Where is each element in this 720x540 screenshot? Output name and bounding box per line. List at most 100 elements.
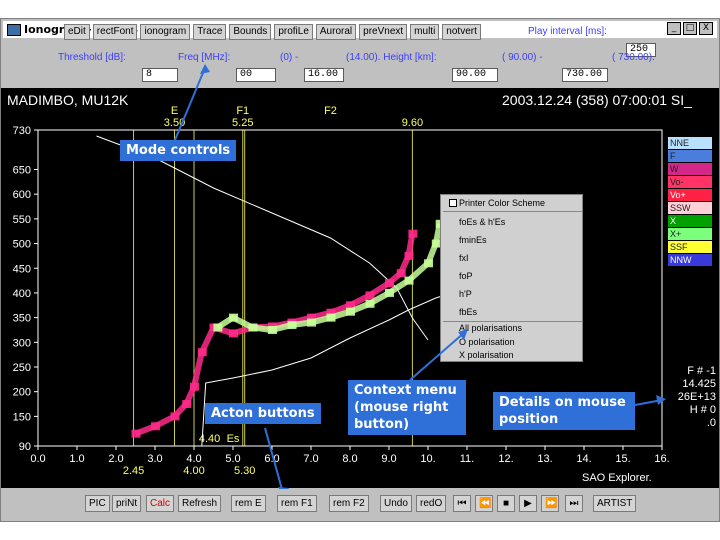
undo-button[interactable]: Undo bbox=[380, 495, 412, 512]
y-tick-label: 450 bbox=[13, 263, 31, 275]
notvert-button[interactable]: notvert bbox=[442, 24, 481, 40]
legend-item: Vo- bbox=[668, 176, 712, 188]
x-tick-label: 15. bbox=[615, 453, 630, 465]
multi-button[interactable]: multi bbox=[410, 24, 440, 40]
refresh-button[interactable]: Refresh bbox=[178, 495, 222, 512]
edit-button[interactable]: eDit bbox=[64, 24, 90, 40]
freq-from-input[interactable]: 00 bbox=[236, 68, 276, 82]
lower-marker-label: Es bbox=[227, 433, 240, 445]
trace-button[interactable]: Trace bbox=[193, 24, 227, 40]
mode-toolbar: eDit rectFont ionogram Trace Bounds prof… bbox=[64, 24, 481, 40]
threshold-label: Threshold [dB]: bbox=[58, 52, 126, 63]
x-tick-label: 10. bbox=[420, 453, 435, 465]
y-tick-label: 250 bbox=[13, 362, 31, 374]
x-tick-label: 13. bbox=[537, 453, 552, 465]
layer-marker-name: F1 bbox=[236, 105, 249, 117]
layer-marker-value: 9.60 bbox=[402, 117, 423, 129]
menu-item-foes[interactable]: foEs & h'Es bbox=[459, 217, 505, 227]
legend-item: Vo+ bbox=[668, 189, 712, 201]
y-tick-label: 550 bbox=[13, 214, 31, 226]
layer-marker-value: 3.50 bbox=[164, 117, 185, 129]
pic-button[interactable]: PIC bbox=[85, 495, 110, 512]
minimize-button[interactable]: _ bbox=[667, 22, 681, 35]
fast-forward-icon[interactable]: ⏩ bbox=[541, 495, 559, 512]
y-tick-label: 650 bbox=[13, 165, 31, 177]
ionogram-button[interactable]: ionogram bbox=[140, 24, 191, 40]
height-from-hint: ( 90.00) - bbox=[502, 52, 543, 63]
y-tick-label: 500 bbox=[13, 239, 31, 251]
rem-f1-button[interactable]: rem F1 bbox=[277, 495, 317, 512]
y-tick-label: 90 bbox=[19, 441, 31, 453]
menu-item-fop[interactable]: foP bbox=[459, 271, 473, 281]
readout-line: F # -1 bbox=[687, 365, 716, 377]
lower-marker-label: 4.00 bbox=[183, 465, 204, 477]
bounds-button[interactable]: Bounds bbox=[229, 24, 272, 40]
readout-line: H # 0 bbox=[689, 404, 716, 416]
legend-item: SSW bbox=[668, 202, 712, 214]
height-to-input[interactable]: 730.00 bbox=[562, 68, 608, 82]
electron-density-curve bbox=[96, 135, 429, 341]
play-icon[interactable]: ▶ bbox=[519, 495, 537, 512]
x-tick-label: 1.0 bbox=[69, 453, 84, 465]
rem-e-button[interactable]: rem E bbox=[231, 495, 266, 512]
print-button[interactable]: priNt bbox=[112, 495, 142, 512]
y-tick-label: 300 bbox=[13, 337, 31, 349]
x-tick-label: 4.0 bbox=[186, 453, 201, 465]
printer-scheme-item[interactable]: Printer Color Scheme bbox=[459, 198, 545, 208]
close-button[interactable]: X bbox=[699, 22, 713, 35]
threshold-input[interactable]: 8 bbox=[142, 68, 178, 82]
layer-marker-name: F2 bbox=[324, 105, 337, 117]
menu-item-x-polarisation[interactable]: X polarisation bbox=[459, 350, 514, 360]
freq-label: Freq [MHz]: bbox=[178, 52, 231, 63]
menu-item-fbes[interactable]: fbEs bbox=[459, 307, 477, 317]
menu-item-fmines[interactable]: fminEs bbox=[459, 235, 487, 245]
x-tick-label: 16. bbox=[654, 453, 669, 465]
menu-item-o-polarisation[interactable]: O polarisation bbox=[459, 337, 515, 347]
menu-item-fxi[interactable]: fxI bbox=[459, 253, 469, 263]
x-tick-label: 11. bbox=[460, 453, 474, 465]
menu-separator bbox=[443, 321, 582, 322]
rewind-icon[interactable]: ⏪ bbox=[475, 495, 493, 512]
menu-item-hp[interactable]: h'P bbox=[459, 289, 472, 299]
prevnext-button[interactable]: preVnext bbox=[359, 24, 408, 40]
callout-mode-controls: Mode controls bbox=[120, 140, 237, 161]
auroral-button[interactable]: Auroral bbox=[315, 24, 357, 40]
legend-item: F bbox=[668, 150, 712, 162]
artist-button[interactable]: ARTIST bbox=[593, 495, 637, 512]
x-tick-label: 6.0 bbox=[264, 453, 279, 465]
height-from-input[interactable]: 90.00 bbox=[452, 68, 498, 82]
last-frame-icon[interactable]: ⏭ bbox=[565, 495, 583, 512]
x-tick-label: 12. bbox=[498, 453, 513, 465]
x-tick-label: 5.0 bbox=[225, 453, 240, 465]
x-tick-label: 0.0 bbox=[30, 453, 45, 465]
callout-context-menu: Context menu (mouse right button) bbox=[348, 380, 466, 435]
x-tick-label: 7.0 bbox=[303, 453, 318, 465]
freq-from-hint: (0) - bbox=[280, 52, 299, 63]
stop-icon[interactable]: ■ bbox=[497, 495, 515, 512]
callout-action-buttons: Acton buttons bbox=[205, 403, 321, 424]
x-tick-label: 14. bbox=[576, 453, 591, 465]
rem-f2-button[interactable]: rem F2 bbox=[329, 495, 369, 512]
app-icon bbox=[7, 23, 21, 36]
menu-item-all-polarisations[interactable]: All polarisations bbox=[459, 323, 522, 333]
freq-to-input[interactable]: 16.00 bbox=[304, 68, 344, 82]
rectfont-button[interactable]: rectFont bbox=[92, 24, 138, 40]
play-interval-label: Play interval [ms]: bbox=[528, 26, 607, 37]
legend-item: X+ bbox=[668, 228, 712, 240]
maximize-button[interactable]: □ bbox=[683, 22, 697, 35]
readout-line: 26E+13 bbox=[677, 391, 716, 403]
x-tick-label: 2.0 bbox=[108, 453, 123, 465]
x-tick-label: 9.0 bbox=[381, 453, 396, 465]
printer-scheme-checkbox[interactable] bbox=[449, 199, 457, 207]
legend-item: X bbox=[668, 215, 712, 227]
legend-item: SSF bbox=[668, 241, 712, 253]
menu-separator bbox=[443, 211, 582, 212]
action-bar: PIC priNt Calc Refresh rem E rem F1 rem … bbox=[1, 489, 719, 521]
redo-button[interactable]: redO bbox=[416, 495, 447, 512]
profile-button[interactable]: profiLe bbox=[274, 24, 313, 40]
x-tick-label: 8.0 bbox=[342, 453, 357, 465]
legend-item: NNW bbox=[668, 254, 712, 266]
first-frame-icon[interactable]: ⏮ bbox=[453, 495, 471, 512]
context-menu: Printer Color Scheme foEs & h'Es fminEs … bbox=[440, 194, 583, 362]
calc-button[interactable]: Calc bbox=[146, 495, 175, 512]
